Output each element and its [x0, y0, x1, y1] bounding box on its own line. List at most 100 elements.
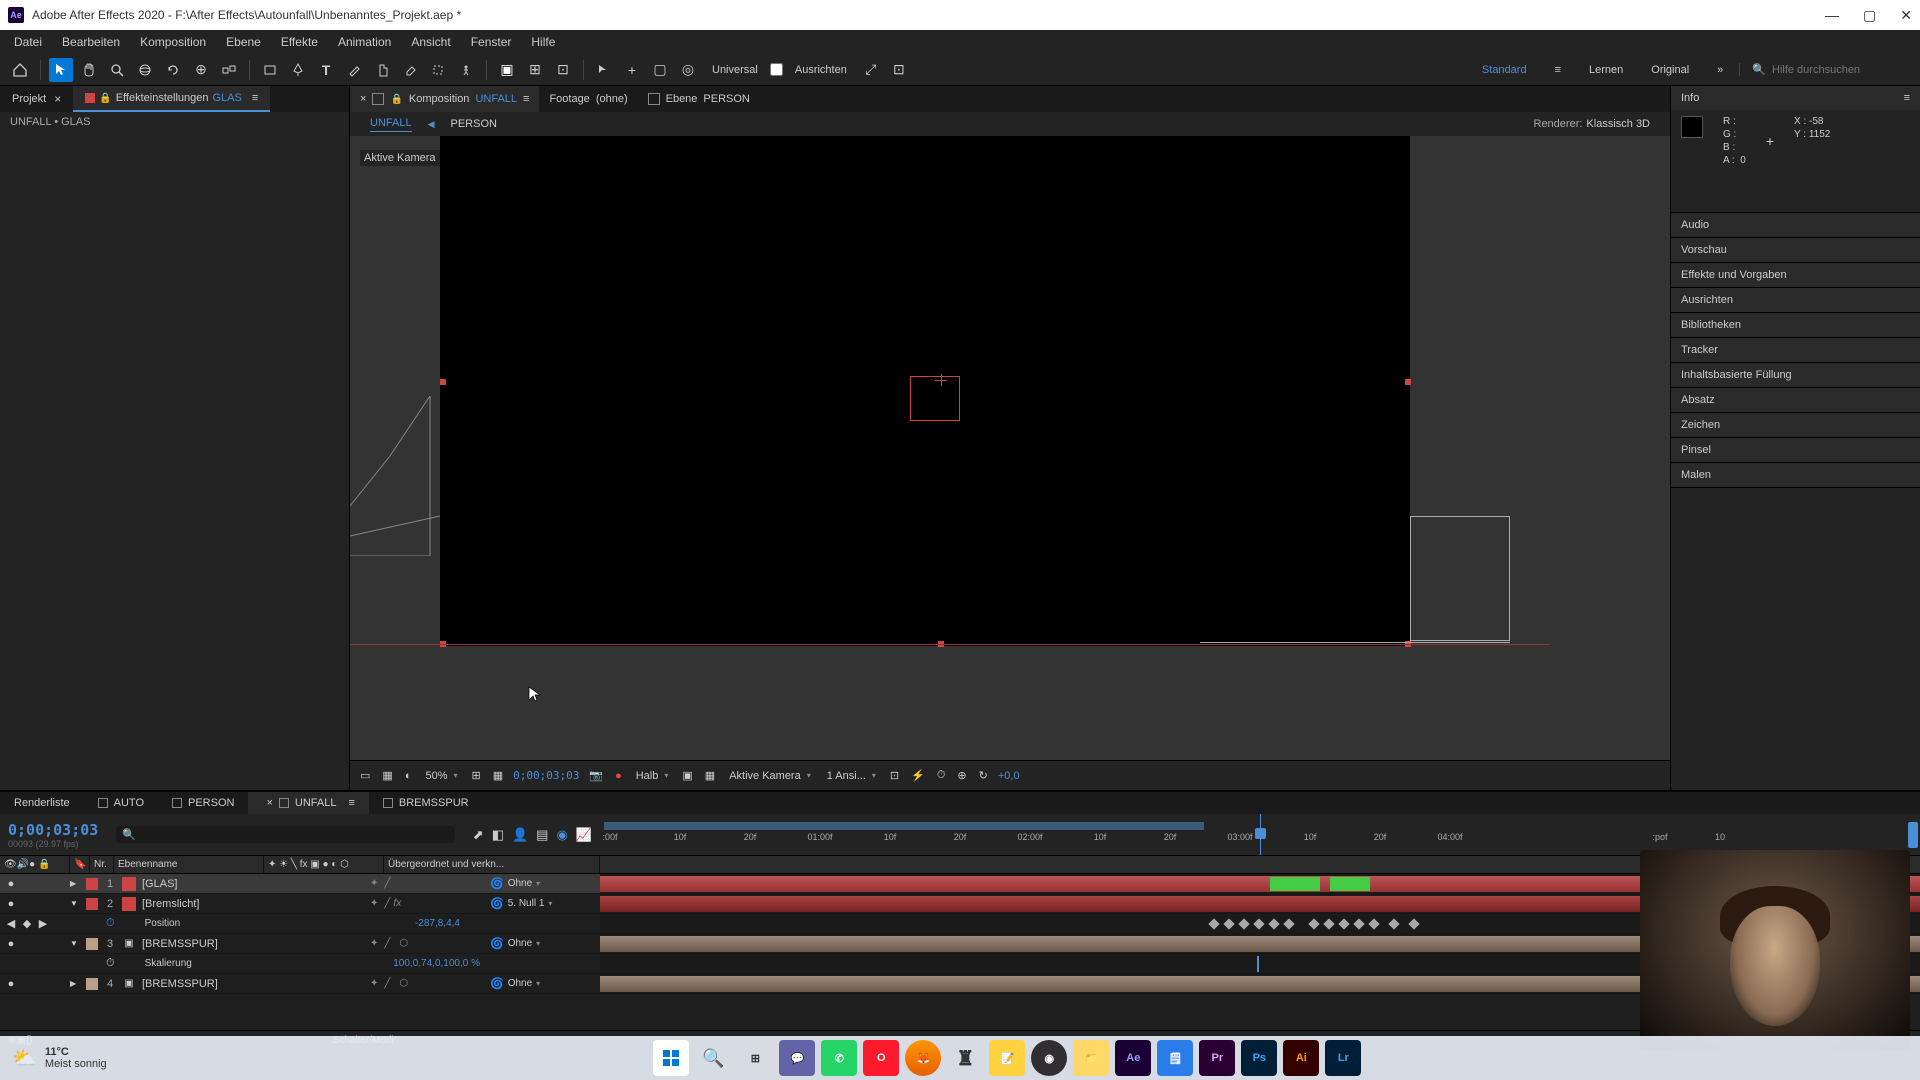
panel-menu-icon[interactable]: ≡ — [348, 797, 354, 809]
channels-icon[interactable]: ● — [613, 770, 624, 782]
draft3d-icon[interactable]: ◧ — [492, 827, 504, 843]
eye-icon[interactable]: ● — [4, 878, 18, 890]
views-dropdown[interactable]: 1 Ansi... — [823, 770, 880, 782]
panel-effekte[interactable]: Effekte und Vorgaben — [1671, 263, 1920, 287]
eye-icon[interactable]: ● — [4, 978, 18, 990]
layer-row-bremsspur-2[interactable]: ● ▶ 4 ▣ [BREMSSPUR] ✦╱⬡ 🌀Ohne — [0, 974, 1920, 994]
panel-inhaltsfuellung[interactable]: Inhaltsbasierte Füllung — [1671, 363, 1920, 387]
zoom-dropdown[interactable]: 50% — [421, 770, 461, 782]
tab-footage[interactable]: Footage (ohne) — [539, 86, 637, 112]
close-icon[interactable]: × — [360, 93, 366, 105]
clone-tool[interactable] — [370, 58, 394, 82]
notes-app[interactable]: 📝 — [989, 1040, 1025, 1076]
comp-mini-flowchart-icon[interactable]: ⬈ — [473, 827, 484, 843]
property-row-skalierung[interactable]: ⏱ Skalierung 100,0,74,0,100,0 % — [0, 954, 1920, 974]
chess-app[interactable]: ♜ — [947, 1040, 983, 1076]
explorer-app[interactable]: 📁 — [1073, 1040, 1109, 1076]
resolution-dropdown[interactable]: Halb — [632, 770, 673, 782]
timeline-timecode[interactable]: 0;00;03;03 — [8, 821, 98, 839]
comp-end-marker[interactable] — [1908, 822, 1918, 848]
snap-target-icon[interactable]: ◎ — [676, 58, 700, 82]
motion-blur-icon[interactable]: ◉ — [556, 827, 567, 843]
menu-bearbeiten[interactable]: Bearbeiten — [52, 35, 130, 49]
menu-fenster[interactable]: Fenster — [461, 35, 522, 49]
maximize-button[interactable]: ▢ — [1863, 7, 1876, 24]
menu-animation[interactable]: Animation — [328, 35, 401, 49]
exposure-value[interactable]: +0,0 — [998, 770, 1020, 782]
panel-absatz[interactable]: Absatz — [1671, 388, 1920, 412]
teams-app[interactable]: 💬 — [779, 1040, 815, 1076]
home-button[interactable] — [8, 58, 32, 82]
snap-box-icon[interactable]: ▢ — [648, 58, 672, 82]
tab-projekt[interactable]: Projekt × — [0, 86, 73, 112]
rectangle-tool[interactable] — [258, 58, 282, 82]
eraser-tool[interactable] — [398, 58, 422, 82]
whatsapp-app[interactable]: ✆ — [821, 1040, 857, 1076]
pen-tool[interactable] — [286, 58, 310, 82]
orbit-tool[interactable] — [133, 58, 157, 82]
panel-menu-icon[interactable]: ≡ — [1904, 92, 1910, 104]
position-value[interactable]: -287,8,4,4 — [407, 918, 460, 929]
panel-bibliotheken[interactable]: Bibliotheken — [1671, 313, 1920, 337]
text-tool[interactable]: T — [314, 58, 338, 82]
panel-vorschau[interactable]: Vorschau — [1671, 238, 1920, 262]
pixel-aspect-icon[interactable]: ⊡ — [888, 769, 901, 782]
timeline-search[interactable]: 🔍 — [116, 826, 454, 843]
brush-tool[interactable] — [342, 58, 366, 82]
layer-row-bremsspur-1[interactable]: ● ▼ 3 ▣ [BREMSSPUR] ✦╱⬡ 🌀Ohne — [0, 934, 1920, 954]
premiere-app[interactable]: Pr — [1199, 1040, 1235, 1076]
tab-effekteinstellungen[interactable]: 🔒 Effekteinstellungen GLAS ≡ — [73, 86, 270, 112]
hand-tool[interactable] — [77, 58, 101, 82]
snap-cursor-icon[interactable] — [592, 58, 616, 82]
tab-bremsspur[interactable]: BREMSSPUR — [369, 792, 483, 814]
region-icon[interactable]: ▣ — [680, 769, 694, 782]
transparency-grid-icon[interactable]: ▦ — [380, 769, 394, 782]
scale-value[interactable]: 100,0,74,0,100,0 % — [385, 958, 480, 969]
menu-hilfe[interactable]: Hilfe — [521, 35, 565, 49]
weather-widget[interactable]: ⛅ 11°C Meist sonnig — [12, 1046, 107, 1071]
add-key-icon[interactable]: ◆ — [20, 917, 34, 930]
menu-ebene[interactable]: Ebene — [216, 35, 271, 49]
pickwhip-icon[interactable]: 🌀 — [490, 937, 504, 950]
subtab-unfall[interactable]: UNFALL — [370, 117, 412, 132]
stopwatch-icon[interactable]: ⏱ — [106, 957, 115, 970]
prev-key-icon[interactable]: ◀ — [4, 917, 18, 930]
eye-icon[interactable]: ● — [4, 938, 18, 950]
graph-editor-icon[interactable]: 📈 — [576, 827, 592, 843]
tab-renderliste[interactable]: Renderliste — [0, 792, 84, 814]
panel-malen[interactable]: Malen — [1671, 463, 1920, 487]
property-row-position[interactable]: ◀◆▶ ⏱ Position -287,8,4,4 — [0, 914, 1920, 934]
panel-ausrichten[interactable]: Ausrichten — [1671, 288, 1920, 312]
workspace-menu-icon[interactable]: ≡ — [1543, 64, 1573, 76]
opera-app[interactable]: O — [863, 1040, 899, 1076]
menu-komposition[interactable]: Komposition — [130, 35, 216, 49]
pickwhip-icon[interactable]: 🌀 — [490, 977, 504, 990]
layer-color-chip[interactable] — [86, 938, 98, 950]
anchor-point-icon[interactable] — [935, 374, 947, 386]
pickwhip-icon[interactable]: 🌀 — [490, 877, 504, 890]
tab-ebene[interactable]: Ebene PERSON — [638, 86, 760, 112]
view-axis-icon[interactable]: ⊡ — [551, 58, 575, 82]
tab-komposition[interactable]: × 🔒 Komposition UNFALL ≡ — [350, 86, 539, 112]
panel-audio[interactable]: Audio — [1671, 213, 1920, 237]
safe-zones-icon[interactable]: ⊞ — [470, 769, 483, 782]
local-axis-icon[interactable]: ▣ — [495, 58, 519, 82]
menu-datei[interactable]: Datei — [4, 35, 52, 49]
photoshop-app[interactable]: Ps — [1241, 1040, 1277, 1076]
snapshot-icon[interactable]: 📷 — [587, 769, 605, 782]
menu-effekte[interactable]: Effekte — [271, 35, 328, 49]
layer-color-chip[interactable] — [86, 878, 98, 890]
playhead[interactable] — [1260, 814, 1261, 855]
flowchart-icon[interactable]: ⊕ — [955, 769, 968, 782]
transparency-icon[interactable]: ▦ — [703, 769, 717, 782]
subtab-person[interactable]: PERSON — [451, 118, 497, 130]
always-preview-icon[interactable]: ▭ — [358, 769, 372, 782]
frame-blend-icon[interactable]: ▤ — [536, 827, 548, 843]
close-icon[interactable]: × — [266, 797, 272, 809]
world-axis-icon[interactable]: ⊞ — [523, 58, 547, 82]
reset-exposure-icon[interactable]: ↻ — [977, 769, 990, 782]
workspace-standard[interactable]: Standard — [1470, 64, 1539, 76]
zoom-tool[interactable] — [105, 58, 129, 82]
chevron-left-icon[interactable]: ◀ — [428, 119, 435, 130]
timeline-search-input[interactable] — [136, 829, 449, 841]
